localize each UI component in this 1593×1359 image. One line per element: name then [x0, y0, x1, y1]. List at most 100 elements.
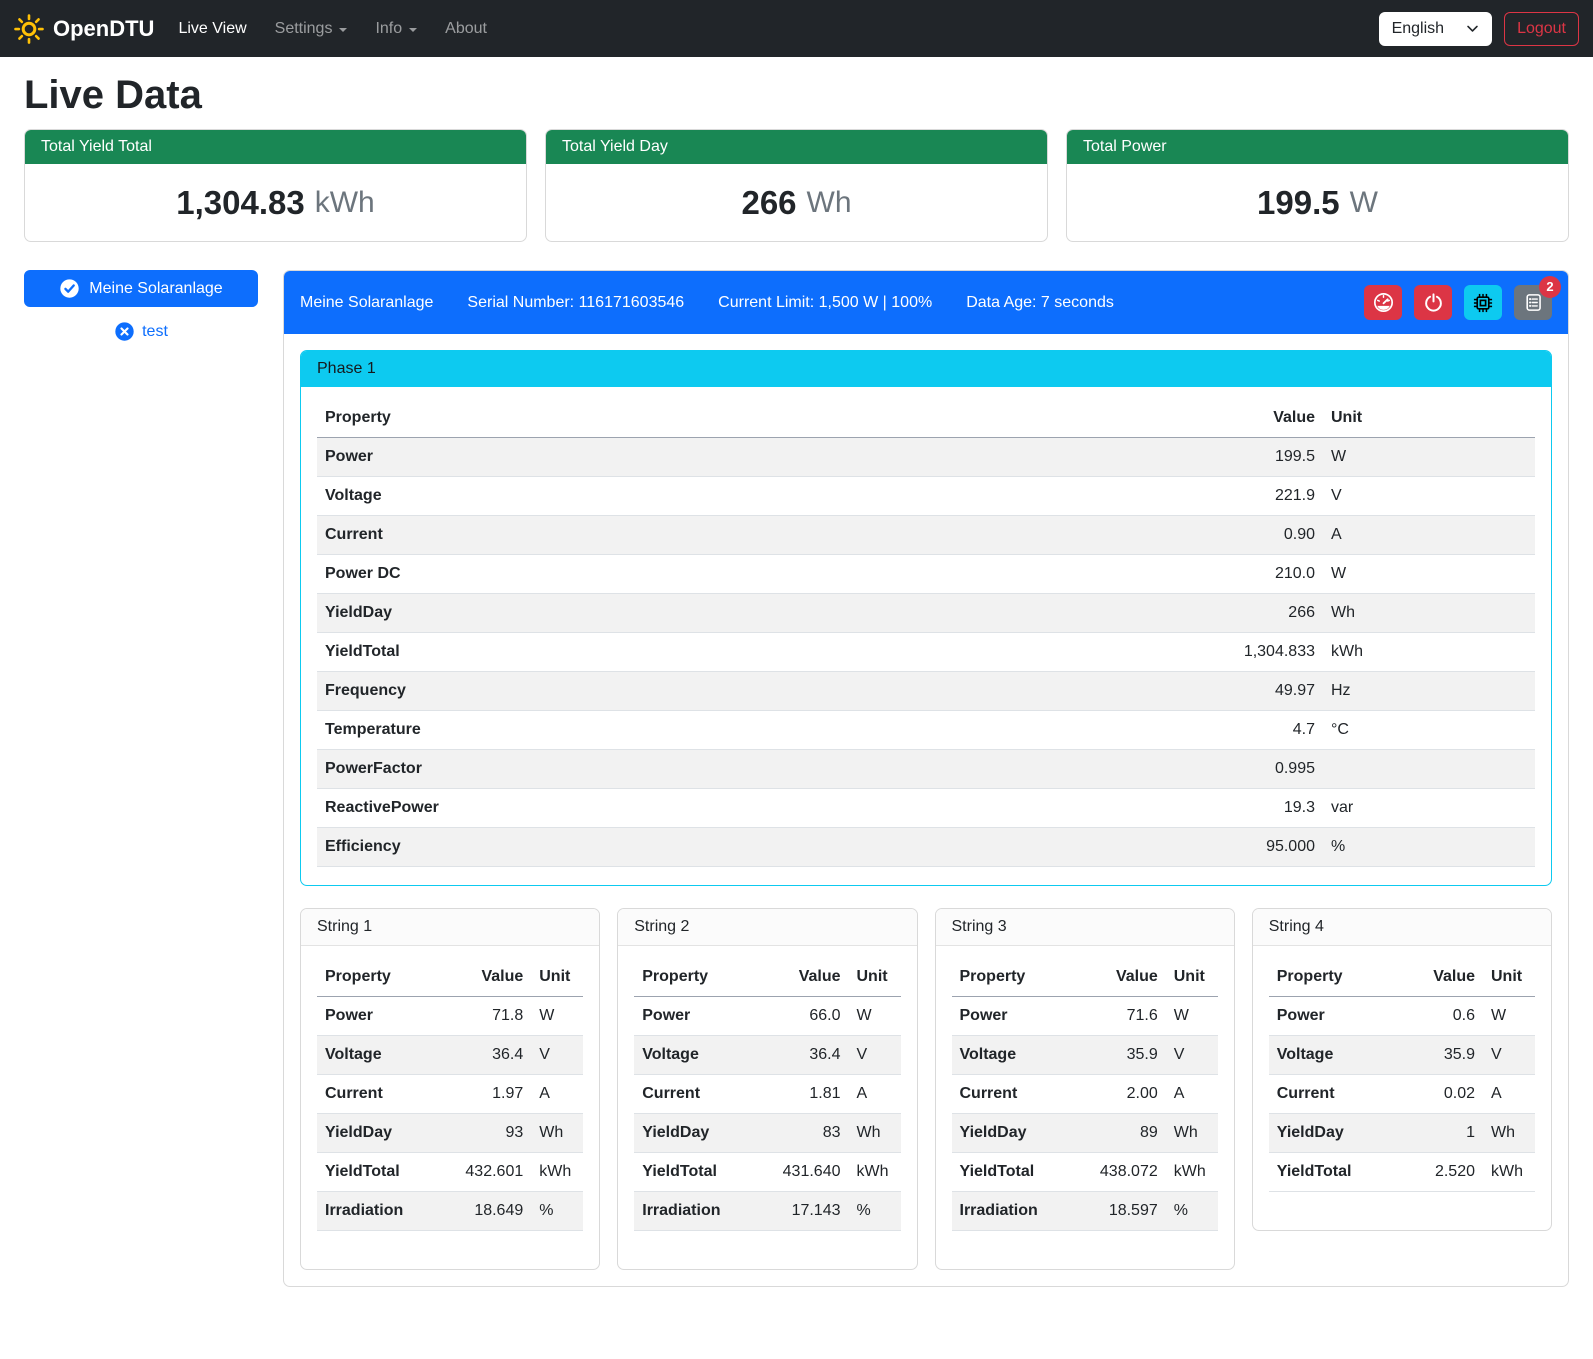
table-row: Voltage35.9V — [1269, 1036, 1535, 1075]
unit-cell: W — [849, 997, 901, 1036]
table-row: Power71.6W — [952, 997, 1218, 1036]
column-header-unit: Unit — [531, 958, 583, 997]
unit-cell: % — [1166, 1192, 1218, 1231]
unit-cell: W — [531, 997, 583, 1036]
table-row: YieldDay266Wh — [317, 594, 1535, 633]
property-cell: YieldDay — [634, 1114, 760, 1153]
table-row: Voltage35.9V — [952, 1036, 1218, 1075]
table-header-row: Property Value Unit — [317, 958, 583, 997]
value-cell: 36.4 — [443, 1036, 531, 1075]
string-card-4: String 4 Property Value Unit — [1252, 908, 1552, 1231]
value-cell: 93 — [443, 1114, 531, 1153]
value-cell: 1.97 — [443, 1075, 531, 1114]
table-row: YieldTotal1,304.833kWh — [317, 633, 1535, 672]
property-cell: PowerFactor — [317, 750, 1211, 789]
table-row: ReactivePower19.3var — [317, 789, 1535, 828]
event-log-button[interactable]: 2 — [1514, 285, 1552, 320]
nav-item-live-view[interactable]: Live View — [164, 12, 260, 46]
inverter-serial: Serial Number: 116171603546 — [467, 294, 684, 312]
sidebar-item-test[interactable]: test — [24, 321, 258, 342]
summary-card-total-power: Total Power 199.5 W — [1066, 129, 1569, 242]
table-row: Current0.02A — [1269, 1075, 1535, 1114]
unit-cell: % — [531, 1192, 583, 1231]
property-cell: Power — [317, 438, 1211, 477]
property-cell: YieldTotal — [317, 1153, 443, 1192]
summary-value: 1,304.83 — [176, 184, 304, 222]
check-circle-icon — [59, 278, 80, 299]
phase-card-body: Property Value Unit Power199.5WVoltage22… — [301, 387, 1551, 885]
nav-item-info[interactable]: Info — [361, 12, 431, 46]
unit-cell: W — [1323, 438, 1535, 477]
table-row: Power0.6W — [1269, 997, 1535, 1036]
string-table-body: Power71.6WVoltage35.9VCurrent2.00AYieldD… — [952, 997, 1218, 1231]
unit-cell — [1323, 750, 1535, 789]
property-cell: Power DC — [317, 555, 1211, 594]
page-title: Live Data — [24, 73, 1569, 117]
table-row: Irradiation18.649% — [317, 1192, 583, 1231]
unit-cell: V — [849, 1036, 901, 1075]
chip-icon — [1472, 292, 1494, 314]
value-cell: 0.90 — [1211, 516, 1323, 555]
unit-cell: V — [531, 1036, 583, 1075]
inverter-sidebar: Meine Solaranlage test — [24, 270, 258, 342]
value-cell: 438.072 — [1078, 1153, 1166, 1192]
column-header-value: Value — [1395, 958, 1483, 997]
table-row: YieldDay89Wh — [952, 1114, 1218, 1153]
string-card-title: String 1 — [301, 909, 599, 946]
property-cell: Current — [952, 1075, 1078, 1114]
column-header-value: Value — [443, 958, 531, 997]
language-select[interactable]: English — [1379, 12, 1492, 46]
inverter-card-header: Meine Solaranlage Serial Number: 1161716… — [284, 271, 1568, 334]
table-row: Voltage221.9V — [317, 477, 1535, 516]
property-cell: Irradiation — [317, 1192, 443, 1231]
unit-cell: W — [1323, 555, 1535, 594]
table-row: YieldDay93Wh — [317, 1114, 583, 1153]
inverter-meta: Meine Solaranlage Serial Number: 1161716… — [300, 294, 1114, 312]
nav-item-settings[interactable]: Settings — [261, 12, 362, 46]
unit-cell: V — [1166, 1036, 1218, 1075]
property-cell: Current — [317, 516, 1211, 555]
phase-card-title: Phase 1 — [301, 351, 1551, 387]
value-cell: 0.6 — [1395, 997, 1483, 1036]
value-cell: 2.520 — [1395, 1153, 1483, 1192]
property-cell: Power — [1269, 997, 1395, 1036]
inverter-actions: 2 — [1364, 285, 1552, 320]
power-button[interactable] — [1414, 285, 1452, 320]
property-cell: Irradiation — [952, 1192, 1078, 1231]
column-header-value: Value — [1211, 399, 1323, 438]
table-row: Irradiation17.143% — [634, 1192, 900, 1231]
logout-button[interactable]: Logout — [1504, 12, 1579, 46]
unit-cell: kWh — [1166, 1153, 1218, 1192]
unit-cell: % — [1323, 828, 1535, 867]
unit-cell: A — [849, 1075, 901, 1114]
table-header-row: Property Value Unit — [952, 958, 1218, 997]
table-row: Power66.0W — [634, 997, 900, 1036]
summary-value: 266 — [741, 184, 796, 222]
property-cell: YieldTotal — [317, 633, 1211, 672]
unit-cell: kWh — [849, 1153, 901, 1192]
unit-cell: V — [1483, 1036, 1535, 1075]
device-info-button[interactable] — [1464, 285, 1502, 320]
limit-settings-button[interactable] — [1364, 285, 1402, 320]
value-cell: 2.00 — [1078, 1075, 1166, 1114]
inverter-select-button[interactable]: Meine Solaranlage — [24, 270, 258, 307]
unit-cell: kWh — [1483, 1153, 1535, 1192]
string-card-1: String 1 Property Value Unit — [300, 908, 600, 1270]
table-row: Voltage36.4V — [634, 1036, 900, 1075]
chevron-down-icon — [1466, 22, 1479, 35]
unit-cell: kWh — [1323, 633, 1535, 672]
table-row: PowerFactor0.995 — [317, 750, 1535, 789]
column-header-value: Value — [761, 958, 849, 997]
value-cell: 4.7 — [1211, 711, 1323, 750]
nav-right: English Logout — [1379, 12, 1579, 46]
value-cell: 1 — [1395, 1114, 1483, 1153]
summary-card-title: Total Yield Day — [546, 130, 1047, 164]
strings-row: String 1 Property Value Unit — [300, 908, 1552, 1270]
property-cell: Temperature — [317, 711, 1211, 750]
nav-item-about[interactable]: About — [431, 12, 501, 46]
inverter-current-limit: Current Limit: 1,500 W | 100% — [718, 294, 932, 312]
string-card-body: Property Value Unit Power71.6WVoltage35.… — [936, 946, 1234, 1269]
brand[interactable]: OpenDTU — [14, 14, 154, 44]
summary-row: Total Yield Total 1,304.83 kWh Total Yie… — [24, 129, 1569, 242]
summary-card-total-yield-day: Total Yield Day 266 Wh — [545, 129, 1048, 242]
